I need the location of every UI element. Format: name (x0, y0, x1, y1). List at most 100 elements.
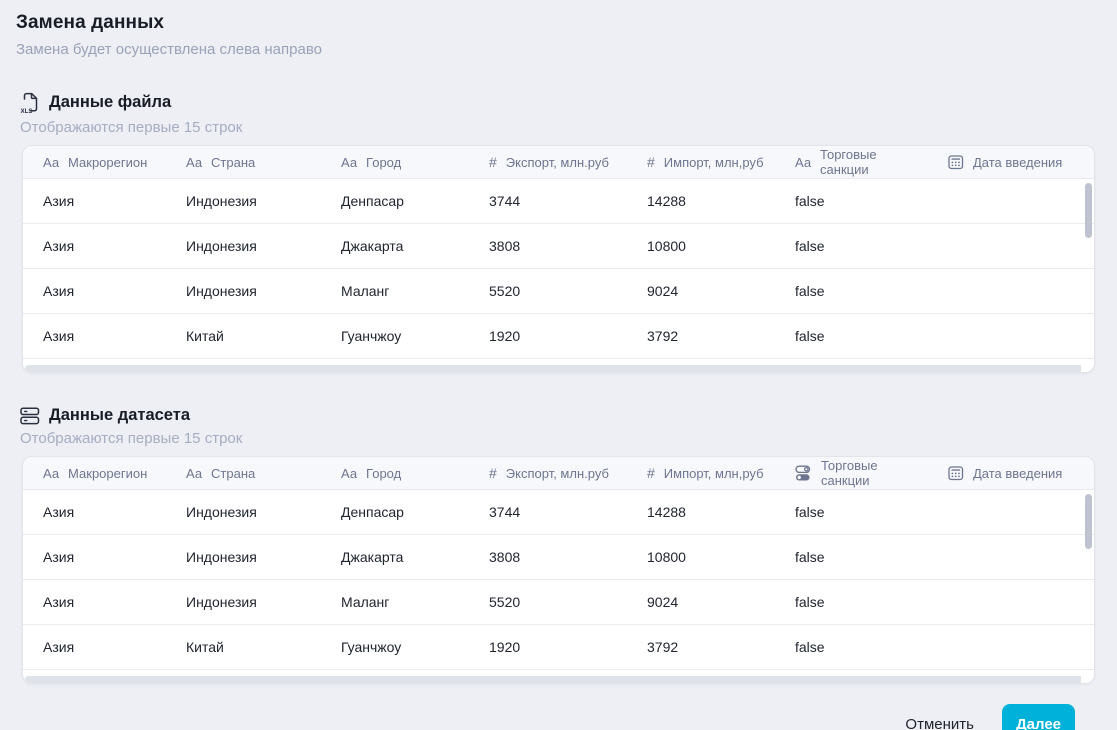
number-type-icon: # (489, 465, 497, 481)
xls-file-icon: XLS (20, 91, 40, 114)
column-label: Макрорегион (68, 155, 147, 170)
table-cell: 5520 (469, 283, 627, 299)
table-cell: Азия (23, 639, 166, 655)
table-cell: false (775, 328, 928, 344)
page-title: Замена данных (16, 12, 1101, 34)
table-cell: Азия (23, 504, 166, 520)
column-header: Торговые санкции (775, 458, 928, 488)
text-type-icon: Аа (341, 155, 357, 170)
number-type-icon: # (647, 465, 655, 481)
table-cell: Маланг (321, 283, 469, 299)
table-cell: 3744 (469, 504, 627, 520)
vertical-scrollbar-thumb[interactable] (1085, 183, 1092, 238)
date-type-icon (948, 155, 964, 170)
scrollbar-corner (1081, 364, 1094, 372)
column-header: АаМакрорегион (23, 155, 166, 170)
horizontal-scrollbar-thumb[interactable] (25, 365, 1081, 372)
text-type-icon: Аа (186, 155, 202, 170)
page-subtitle: Замена будет осуществлена слева направо (16, 41, 1101, 58)
table-cell: Индонезия (166, 504, 321, 520)
table-row: АзияИндонезияМаланг55209024false (23, 269, 1094, 314)
table-cell: Азия (23, 328, 166, 344)
table-header-row: АаМакрорегионАаСтранаАаГород#Экспорт, мл… (23, 457, 1094, 490)
table-cell: Азия (23, 594, 166, 610)
table-cell: Денпасар (321, 193, 469, 209)
column-label: Макрорегион (68, 466, 147, 481)
table-cell: false (775, 238, 928, 254)
table-cell: Азия (23, 193, 166, 209)
table-row: АзияИндонезияДенпасар374414288false (23, 179, 1094, 224)
scrollbar-corner (1081, 675, 1094, 683)
table-cell: Гуанчжоу (321, 328, 469, 344)
column-header: Дата введения (928, 155, 1094, 170)
table-cell: Азия (23, 549, 166, 565)
file-data-table: АаМакрорегионАаСтранаАаГород#Экспорт, мл… (22, 145, 1095, 373)
table-cell: 9024 (627, 283, 775, 299)
column-label: Страна (211, 466, 255, 481)
dataset-data-table: АаМакрорегионАаСтранаАаГород#Экспорт, мл… (22, 456, 1095, 684)
table-row: АзияИндонезияДжакарта380810800false (23, 224, 1094, 269)
dialog-footer: Отменить Далее (16, 704, 1101, 730)
table-cell: Джакарта (321, 549, 469, 565)
vertical-scrollbar-thumb[interactable] (1085, 494, 1092, 549)
cancel-button[interactable]: Отменить (905, 716, 974, 730)
table-cell: 14288 (627, 193, 775, 209)
table-row: АзияИндонезияДжакарта380810800false (23, 535, 1094, 580)
column-header: # Экспорт, млн.руб (469, 465, 627, 481)
horizontal-scrollbar-thumb[interactable] (25, 676, 1081, 683)
dataset-data-section: Данные датасета Отображаются первые 15 с… (16, 406, 1101, 684)
column-header: АаГород (321, 466, 469, 481)
column-header: Аа Страна (166, 155, 321, 170)
table-cell: 3792 (627, 328, 775, 344)
table-cell: false (775, 193, 928, 209)
column-header: #Экспорт, млн.руб (469, 154, 627, 170)
column-label: Город (366, 155, 401, 170)
date-type-icon (948, 466, 964, 481)
table-cell: 9024 (627, 594, 775, 610)
table-cell: 3792 (627, 639, 775, 655)
table-cell: Китай (166, 639, 321, 655)
column-label: Торговые санкции (821, 458, 928, 488)
horizontal-scrollbar[interactable] (23, 364, 1094, 372)
column-label: Импорт, млн,руб (664, 466, 764, 481)
table-header-row: АаМакрорегионАаСтранаАаГород#Экспорт, мл… (23, 146, 1094, 179)
section-subtitle: Отображаются первые 15 строк (20, 119, 1101, 136)
column-header: # Импорт, млн,руб (627, 465, 775, 481)
section-subtitle: Отображаются первые 15 строк (20, 430, 1101, 447)
boolean-type-icon (795, 465, 812, 482)
column-label: Импорт, млн,руб (664, 155, 764, 170)
table-cell: false (775, 504, 928, 520)
column-label: Экспорт, млн.руб (506, 466, 609, 481)
table-row: АзияКитайГуанчжоу19203792false (23, 625, 1094, 670)
next-button[interactable]: Далее (1002, 704, 1075, 730)
table-cell: 10800 (627, 549, 775, 565)
dataset-section-header: Данные датасета (20, 406, 1101, 425)
table-cell: Китай (166, 328, 321, 344)
table-cell: 1920 (469, 328, 627, 344)
table-cell: Индонезия (166, 283, 321, 299)
column-header: Дата введения (928, 466, 1094, 481)
table-cell: Азия (23, 238, 166, 254)
column-label: Страна (211, 155, 255, 170)
text-type-icon: Аа (186, 466, 202, 481)
table-cell: Гуанчжоу (321, 639, 469, 655)
table-cell: Индонезия (166, 193, 321, 209)
column-label: Дата введения (973, 466, 1062, 481)
table-cell: false (775, 594, 928, 610)
table-cell: Индонезия (166, 238, 321, 254)
table-cell: Денпасар (321, 504, 469, 520)
section-title: Данные датасета (49, 406, 190, 425)
column-label: Дата введения (973, 155, 1062, 170)
table-cell: 5520 (469, 594, 627, 610)
table-cell: 14288 (627, 504, 775, 520)
table-row: АзияИндонезияМаланг55209024false (23, 580, 1094, 625)
table-cell: 3744 (469, 193, 627, 209)
table-cell: 3808 (469, 238, 627, 254)
table-row: АзияИндонезияДенпасар374414288false (23, 490, 1094, 535)
column-header: Аа Страна (166, 466, 321, 481)
dataset-icon (20, 407, 40, 425)
table-cell: false (775, 283, 928, 299)
horizontal-scrollbar[interactable] (23, 675, 1094, 683)
text-type-icon: Аа (795, 155, 811, 170)
column-label: Торговые санкции (820, 147, 928, 177)
